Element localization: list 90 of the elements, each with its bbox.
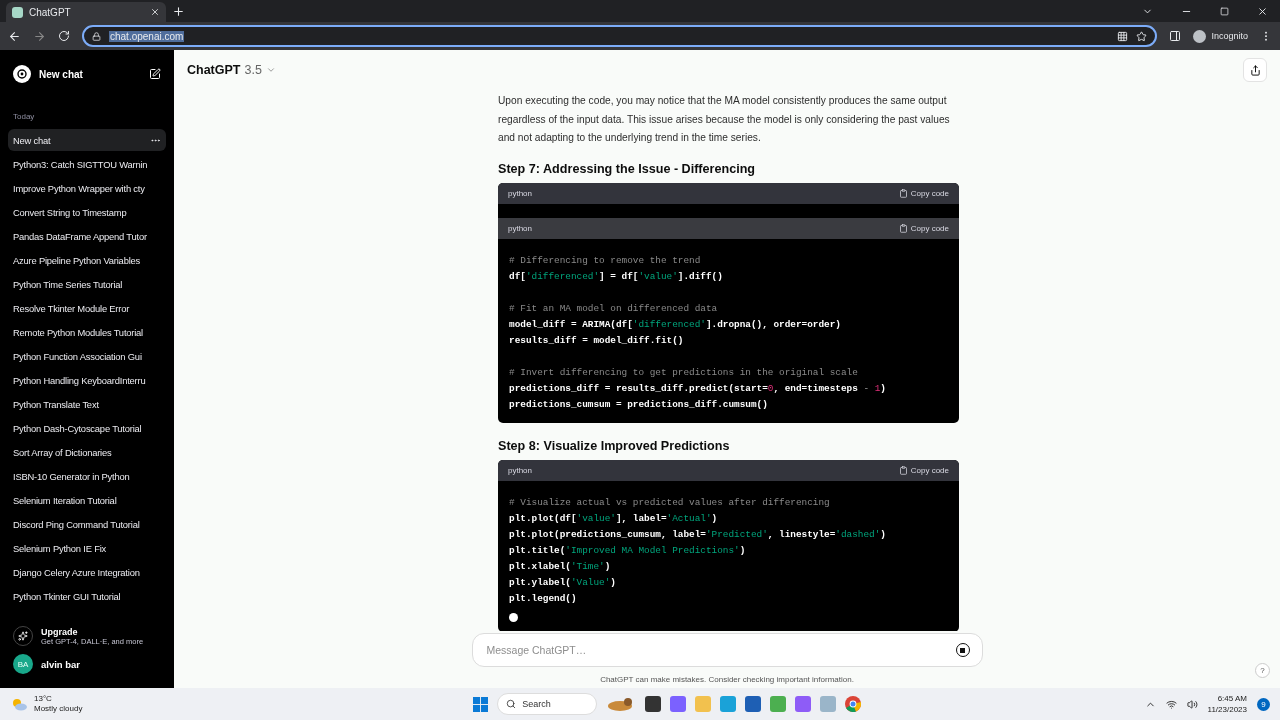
chat-history-item[interactable]: Selenium Iteration Tutorial: [8, 489, 166, 511]
step-heading: Step 7: Addressing the Issue - Differencing: [498, 161, 757, 176]
code-line: model_diff = ARIMA(df['differenced'].dropna(), order=order): [509, 317, 842, 332]
clipboard-icon: [898, 223, 908, 233]
clipboard-icon: [898, 465, 908, 475]
chat-history-item[interactable]: ISBN-10 Generator in Python: [8, 465, 166, 487]
notification-badge[interactable]: 9: [1257, 697, 1270, 711]
chat-history-item[interactable]: Python Function Association Gui: [8, 345, 166, 367]
chat-history-item[interactable]: Python Tkinter GUI Tutorial: [8, 585, 166, 607]
code-line: predictions_cumsum = predictions_diff.cumsum(): [509, 397, 769, 412]
copy-code-button[interactable]: Copy code: [898, 188, 949, 198]
close-icon[interactable]: [150, 7, 160, 17]
code-language: python: [508, 223, 533, 233]
code-language: python: [508, 465, 533, 475]
chat-history-item[interactable]: Python Dash-Cytoscape Tutorial: [8, 417, 166, 439]
code-line: df['differenced'] = df['value'].diff(): [509, 269, 724, 284]
chat-history-item[interactable]: Python Handling KeyboardInterru: [8, 369, 166, 391]
side-panel-icon[interactable]: [1169, 30, 1182, 42]
windows-logo-icon[interactable]: [473, 696, 489, 712]
chat-history-item[interactable]: Sort Array of Dictionaries: [8, 441, 166, 463]
taskbar-search[interactable]: Search: [497, 693, 598, 715]
code-line: # Differencing to remove the trend: [509, 253, 702, 268]
chat-history-item[interactable]: Python Translate Text: [8, 393, 166, 415]
help-button[interactable]: ?: [1255, 663, 1270, 678]
share-button[interactable]: [1243, 58, 1267, 82]
maximize-icon[interactable]: [1220, 7, 1229, 16]
code-line: predictions_diff = results_diff.predict(start=0, end=timesteps - 1): [509, 381, 887, 396]
logo-icon: [13, 65, 31, 83]
upgrade-title: Upgrade: [41, 626, 79, 637]
profile-button[interactable]: Incognito: [1193, 29, 1248, 43]
url-text: chat.openai.com: [109, 30, 185, 42]
chat-history-item[interactable]: Python3: Catch SIGTTOU Warnin: [8, 153, 166, 175]
search-icon: [506, 699, 517, 709]
disclaimer: ChatGPT can make mistakes. Consider checking important information.: [600, 675, 854, 684]
stop-button[interactable]: [955, 643, 970, 657]
code-line: plt.plot(predictions_cumsum, label='Predicted', linestyle='dashed'): [509, 527, 887, 542]
code-line: plt.plot(df['value'], label='Actual'): [509, 511, 719, 526]
clock[interactable]: 6:45 AM 11/23/2023: [1207, 693, 1247, 715]
step-heading: Step 8: Visualize Improved Predictions: [498, 438, 731, 453]
reload-icon[interactable]: [58, 30, 70, 42]
chat-history-item[interactable]: Pandas DataFrame Append Tutor: [8, 225, 166, 247]
edit-icon[interactable]: [149, 68, 161, 80]
chrome-icon[interactable]: [845, 696, 862, 712]
message-box[interactable]: Message ChatGPT…: [471, 633, 983, 667]
tab-title: ChatGPT: [29, 6, 72, 18]
close-icon[interactable]: [1257, 6, 1268, 17]
share-icon: [1249, 64, 1261, 76]
chat-history-item[interactable]: Selenium Python IE Fix: [8, 537, 166, 559]
copy-code-button[interactable]: Copy code: [898, 465, 949, 475]
clipboard-icon: [898, 188, 908, 198]
section-label: Today: [12, 111, 36, 123]
new-tab-icon[interactable]: [172, 5, 185, 18]
forward-icon[interactable]: [33, 29, 46, 43]
sparkle-icon: [18, 631, 28, 641]
chat-history-item[interactable]: Azure Pipeline Python Variables: [8, 249, 166, 271]
chat-history-item[interactable]: Improve Python Wrapper with cty: [8, 177, 166, 199]
new-chat-button[interactable]: New chat: [8, 50, 166, 98]
code-line: results_diff = model_diff.fit(): [509, 333, 685, 348]
user-name: alvin bar: [41, 658, 81, 670]
address-bar[interactable]: chat.openai.com: [82, 25, 1158, 47]
lock-icon: [92, 31, 101, 41]
code-line: plt.title('Improved MA Model Predictions'): [509, 543, 747, 558]
model-version[interactable]: 3.5: [244, 63, 262, 77]
message-field[interactable]: Message ChatGPT…: [484, 643, 956, 657]
back-icon[interactable]: [8, 29, 21, 43]
code-line: # Fit an MA model on differenced data: [509, 301, 719, 316]
bookmark-star-icon[interactable]: [1136, 30, 1148, 42]
code-line: plt.legend(): [509, 591, 578, 606]
code-line: plt.xlabel('Time'): [509, 559, 612, 574]
copy-code-button[interactable]: Copy code: [898, 223, 949, 233]
temperature: 13°C: [34, 694, 53, 704]
code-line: plt.ylabel('Value'): [509, 575, 617, 590]
code-line: # Visualize actual vs predicted values after differencing: [509, 495, 831, 510]
code-language: python: [508, 188, 533, 198]
app-icon[interactable]: [795, 696, 812, 712]
favicon-icon: [12, 6, 23, 18]
browser-tab[interactable]: ChatGPT: [6, 2, 166, 22]
paragraph: Upon executing the code, you may notice that the MA model consistently produces the same output regardless of the input data. This issue arises because the model is only considering the past values and not adapting to the underlying trend in the time series.: [498, 94, 951, 146]
chat-history-item[interactable]: Resolve Tkinter Module Error: [8, 297, 166, 319]
chat-history-item[interactable]: Discord Ping Command Tutorial: [8, 513, 166, 535]
model-name[interactable]: ChatGPT: [187, 63, 241, 77]
chat-history-item[interactable]: Python Time Series Tutorial: [8, 273, 166, 295]
volume-icon[interactable]: [1186, 698, 1198, 710]
chat-history-item[interactable]: Convert String to Timestamp: [8, 201, 166, 223]
chat-history-item[interactable]: Remote Python Modules Tutorial: [8, 321, 166, 343]
network-icon[interactable]: [1165, 698, 1177, 710]
chat-history-item[interactable]: Django Celery Azure Integration: [8, 561, 166, 583]
chat-history-item[interactable]: New chat: [8, 129, 166, 151]
code-line: # Invert differencing to get predictions in the original scale: [509, 365, 859, 380]
weather-text: Mostly cloudy: [34, 704, 83, 714]
